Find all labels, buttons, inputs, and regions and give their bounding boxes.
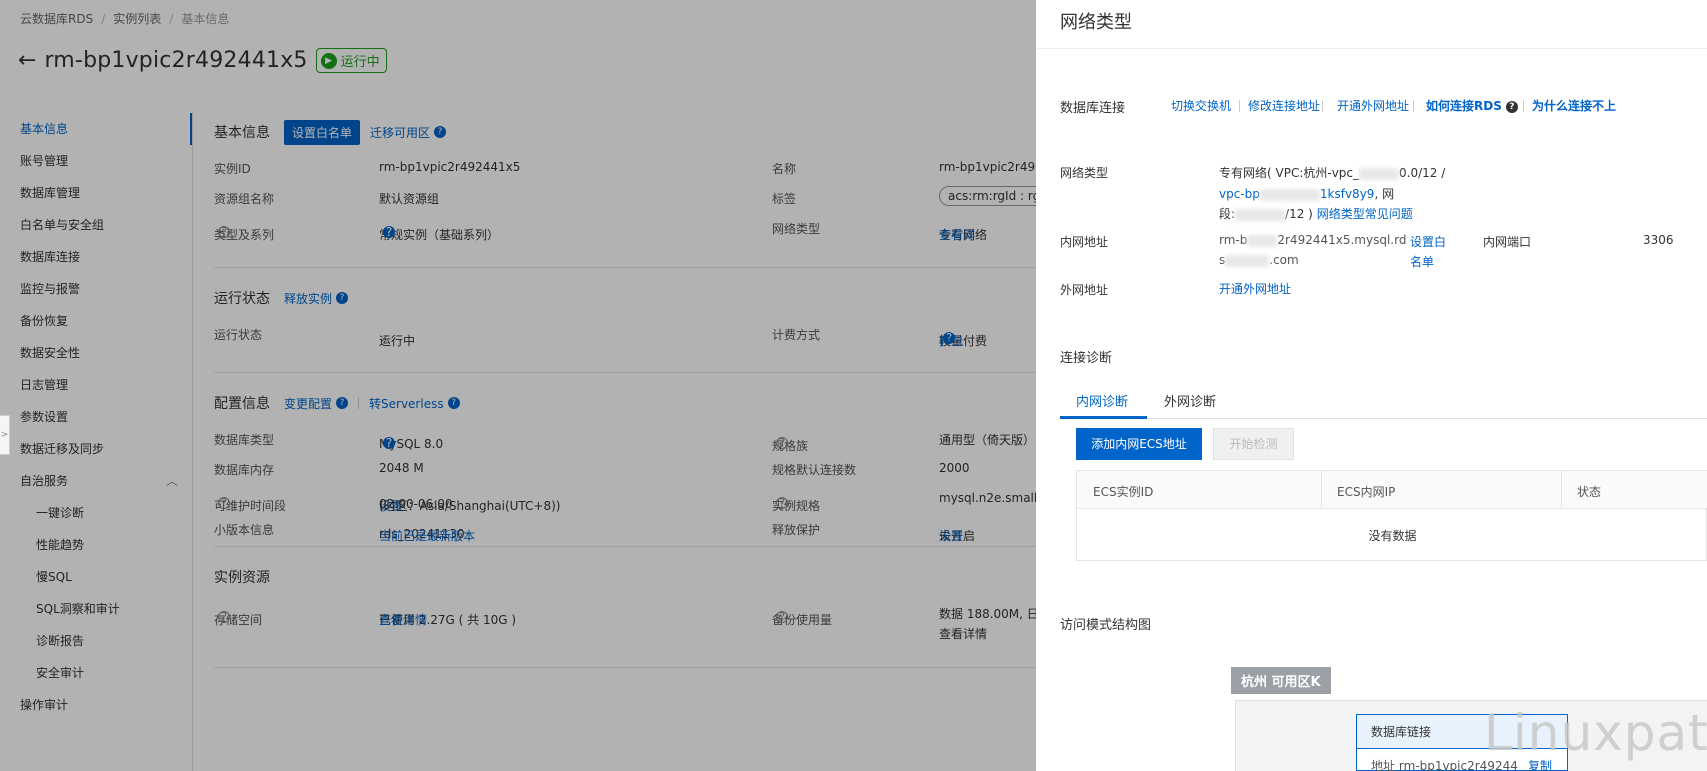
- intranet-address-label: 内网地址: [1060, 235, 1109, 249]
- col-ecs-id: ECS实例ID: [1093, 485, 1154, 499]
- drawer-title: 网络类型: [1060, 12, 1132, 33]
- intranet-addr-middle: 2r492441x5.mysql.rd: [1277, 233, 1407, 247]
- intranet-address-value-2: s .com: [1219, 253, 1299, 267]
- network-segment-value: 段: /12 ) 网络类型常见问题: [1219, 205, 1413, 222]
- segment-cidr: /12 ): [1285, 207, 1313, 221]
- masked-text: [1259, 188, 1320, 201]
- network-seg-text: , 网: [1374, 187, 1395, 201]
- network-vpc-text: 专有网络( VPC:杭州-vpc_: [1219, 166, 1360, 180]
- network-type-label: 网络类型: [1060, 166, 1109, 180]
- network-type-value: 专有网络( VPC:杭州-vpc_ 0.0/12 /: [1219, 164, 1445, 181]
- vswitch-link[interactable]: vpc-bp: [1219, 187, 1260, 201]
- segment-label: 段:: [1219, 207, 1236, 221]
- empty-state: 没有数据: [1368, 529, 1417, 543]
- set-whitelist-link[interactable]: 设置白: [1410, 233, 1446, 250]
- db-address-label: 地址: [1371, 759, 1396, 771]
- masked-text: [1359, 167, 1400, 180]
- tab-intranet-diag[interactable]: 内网诊断: [1076, 391, 1128, 410]
- set-whitelist-link-2[interactable]: 名单: [1410, 253, 1434, 270]
- collapse-handle-icon[interactable]: >: [0, 415, 10, 455]
- masked-text: [1235, 208, 1286, 221]
- network-vswitch-value: vpc-bp 1ksfv8y9, 网: [1219, 185, 1394, 202]
- open-public-address-link-2[interactable]: 开通外网地址: [1219, 280, 1291, 297]
- intranet-port-label: 内网端口: [1483, 235, 1532, 249]
- access-diagram-label: 访问模式结构图: [1060, 618, 1152, 633]
- intranet-address-value: rm-b 2r492441x5.mysql.rd: [1219, 233, 1406, 247]
- start-check-button[interactable]: 开始检测: [1213, 428, 1294, 460]
- col-ecs-ip: ECS内网IP: [1337, 485, 1396, 499]
- switch-vswitch-link[interactable]: 切换交换机: [1171, 97, 1231, 114]
- open-public-address-link[interactable]: 开通外网地址: [1337, 97, 1409, 114]
- masked-text: [1225, 254, 1270, 267]
- watermark: Linuxpath: [1484, 704, 1707, 762]
- zone-badge: 杭州 可用区K: [1231, 667, 1331, 694]
- vswitch-link-suffix[interactable]: 1ksfv8y9: [1320, 187, 1375, 201]
- tab-public-diag[interactable]: 外网诊断: [1164, 391, 1216, 410]
- modify-address-link[interactable]: 修改连接地址: [1248, 97, 1320, 114]
- network-faq-link[interactable]: 网络类型常见问题: [1317, 207, 1413, 221]
- why-cannot-connect-link[interactable]: 为什么连接不上: [1532, 97, 1616, 114]
- help-icon[interactable]: ?: [1505, 100, 1518, 113]
- connection-diag-label: 连接诊断: [1060, 351, 1113, 366]
- intranet-port-value: 3306: [1643, 233, 1674, 247]
- public-address-label: 外网地址: [1060, 283, 1109, 297]
- network-cidr-text: 0.0/12 /: [1399, 166, 1446, 180]
- ecs-table: ECS实例ID ECS内网IP 状态 没有数据: [1076, 470, 1707, 561]
- intranet-addr-suffix: .com: [1269, 253, 1299, 267]
- intranet-addr-prefix: rm-b: [1219, 233, 1248, 247]
- network-type-drawer: 网络类型 数据库连接 切换交换机 修改连接地址 开通外网地址 如何连接RDS? …: [1036, 0, 1707, 771]
- ecs-table-header: ECS实例ID ECS内网IP 状态: [1077, 471, 1707, 509]
- diag-tabs: 内网诊断 外网诊断: [1060, 385, 1707, 419]
- masked-text: [1247, 234, 1278, 247]
- modal-overlay[interactable]: [0, 0, 1036, 771]
- add-ecs-address-button[interactable]: 添加内网ECS地址: [1076, 428, 1202, 460]
- how-to-connect-link[interactable]: 如何连接RDS?: [1426, 97, 1518, 114]
- how-to-connect-label: 如何连接RDS: [1426, 99, 1502, 113]
- col-status: 状态: [1577, 485, 1602, 499]
- db-connection-label: 数据库连接: [1060, 101, 1126, 116]
